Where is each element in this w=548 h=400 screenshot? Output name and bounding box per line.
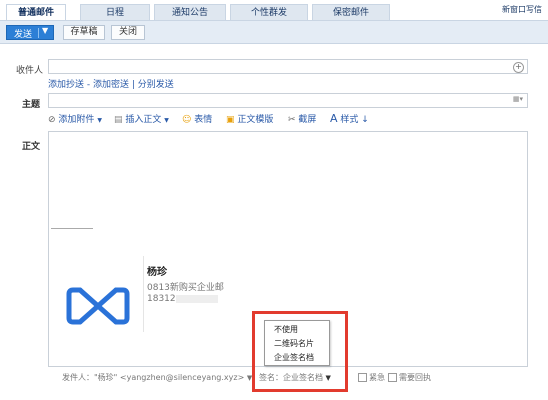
send-options-caret-icon[interactable]: ▼ — [42, 26, 48, 35]
cc-links-row: 添加抄送 - 添加密送 | 分别发送 — [48, 77, 174, 90]
body-label: 正文 — [22, 142, 41, 152]
chevron-down-icon: ▼ — [97, 117, 102, 124]
screenshot-label: 截屏 — [298, 115, 317, 125]
compose-toolbar: 发送 ▼ 存草稿 关闭 — [0, 20, 548, 44]
signature-phone-row: 18312 — [147, 294, 218, 304]
sender-row: 发件人："杨珍" <yangzhen@silenceyang.xyz> ▼ — [62, 372, 252, 383]
insert-body-label: 插入正文 — [125, 115, 162, 125]
document-icon: ▤ — [114, 115, 123, 125]
smiley-icon: ☺ — [182, 115, 192, 125]
subject-grid-icon[interactable]: ▦▾ — [513, 95, 523, 103]
subject-label: 主题 — [22, 100, 41, 110]
company-logo-icon — [66, 287, 130, 325]
screenshot-button[interactable]: ✂ 截屏 — [288, 112, 316, 125]
font-style-icon: A — [330, 112, 338, 125]
emoji-label: 表情 — [194, 115, 213, 125]
style-button[interactable]: A 样式 ↓ — [330, 112, 369, 125]
new-window-compose-link[interactable]: 新窗口写信 — [502, 4, 542, 15]
compose-tab-bar: 普通邮件 日程 通知公告 个性群发 保密邮件 新窗口写信 — [0, 0, 548, 20]
arrow-down-icon: ↓ — [361, 115, 369, 125]
tab-mass-mail[interactable]: 个性群发 — [230, 4, 308, 20]
send-button[interactable]: 发送 ▼ — [6, 25, 54, 40]
add-recipient-icon[interactable]: + — [513, 62, 524, 73]
subject-input[interactable]: ▦▾ — [48, 93, 528, 108]
add-cc-link[interactable]: 添加抄送 — [48, 80, 84, 90]
signature-divider — [51, 228, 93, 229]
template-icon: ▣ — [226, 115, 235, 125]
signature-phone: 18312 — [147, 294, 176, 304]
emoji-button[interactable]: ☺ 表情 — [182, 112, 212, 125]
chevron-down-icon: ▼ — [164, 117, 169, 124]
receipt-option[interactable]: 需要回执 — [388, 372, 431, 383]
receipt-checkbox[interactable] — [388, 373, 397, 382]
paperclip-icon: ⊘ — [48, 115, 56, 125]
format-toolbar: ⊘ 添加附件 ▼ ▤ 插入正文 ▼ ☺ 表情 ▣ 正文模版 ✂ 截屏 A 样式 … — [48, 112, 528, 125]
send-button-label: 发送 — [14, 30, 33, 40]
tab-announcement[interactable]: 通知公告 — [154, 4, 226, 20]
signature-company: 0813新购买企业邮 — [147, 283, 224, 293]
separate-send-link[interactable]: 分别发送 — [138, 80, 174, 90]
urgent-checkbox[interactable] — [358, 373, 367, 382]
save-draft-button[interactable]: 存草稿 — [63, 25, 105, 40]
body-template-button[interactable]: ▣ 正文模版 — [226, 112, 273, 125]
urgent-label: 紧急 — [369, 373, 385, 382]
sender-select[interactable]: "杨珍" <yangzhen@silenceyang.xyz> — [94, 373, 244, 382]
signature-name: 杨珍 — [147, 267, 167, 278]
attach-file-label: 添加附件 — [58, 115, 95, 125]
attach-file-button[interactable]: ⊘ 添加附件 ▼ — [48, 112, 102, 125]
signature-vertical-divider — [143, 256, 144, 332]
body-template-label: 正文模版 — [237, 115, 274, 125]
tab-confidential-mail[interactable]: 保密邮件 — [312, 4, 390, 20]
sender-label: 发件人： — [62, 373, 94, 382]
scissors-icon: ✂ — [288, 115, 296, 125]
tab-schedule[interactable]: 日程 — [80, 4, 150, 20]
close-button[interactable]: 关闭 — [111, 25, 145, 40]
style-label: 样式 — [340, 115, 359, 125]
urgent-option[interactable]: 紧急 — [358, 372, 385, 383]
redacted-phone-digits — [175, 294, 218, 303]
receipt-label: 需要回执 — [399, 373, 431, 382]
highlight-box — [252, 311, 348, 392]
insert-body-button[interactable]: ▤ 插入正文 ▼ — [114, 112, 169, 125]
signature-logo — [66, 284, 130, 328]
tab-normal-mail[interactable]: 普通邮件 — [6, 4, 66, 20]
recipient-label: 收件人 — [16, 66, 44, 76]
add-bcc-link[interactable]: 添加密送 — [93, 80, 129, 90]
send-button-divider — [38, 28, 39, 38]
recipient-input[interactable]: + — [48, 59, 528, 74]
